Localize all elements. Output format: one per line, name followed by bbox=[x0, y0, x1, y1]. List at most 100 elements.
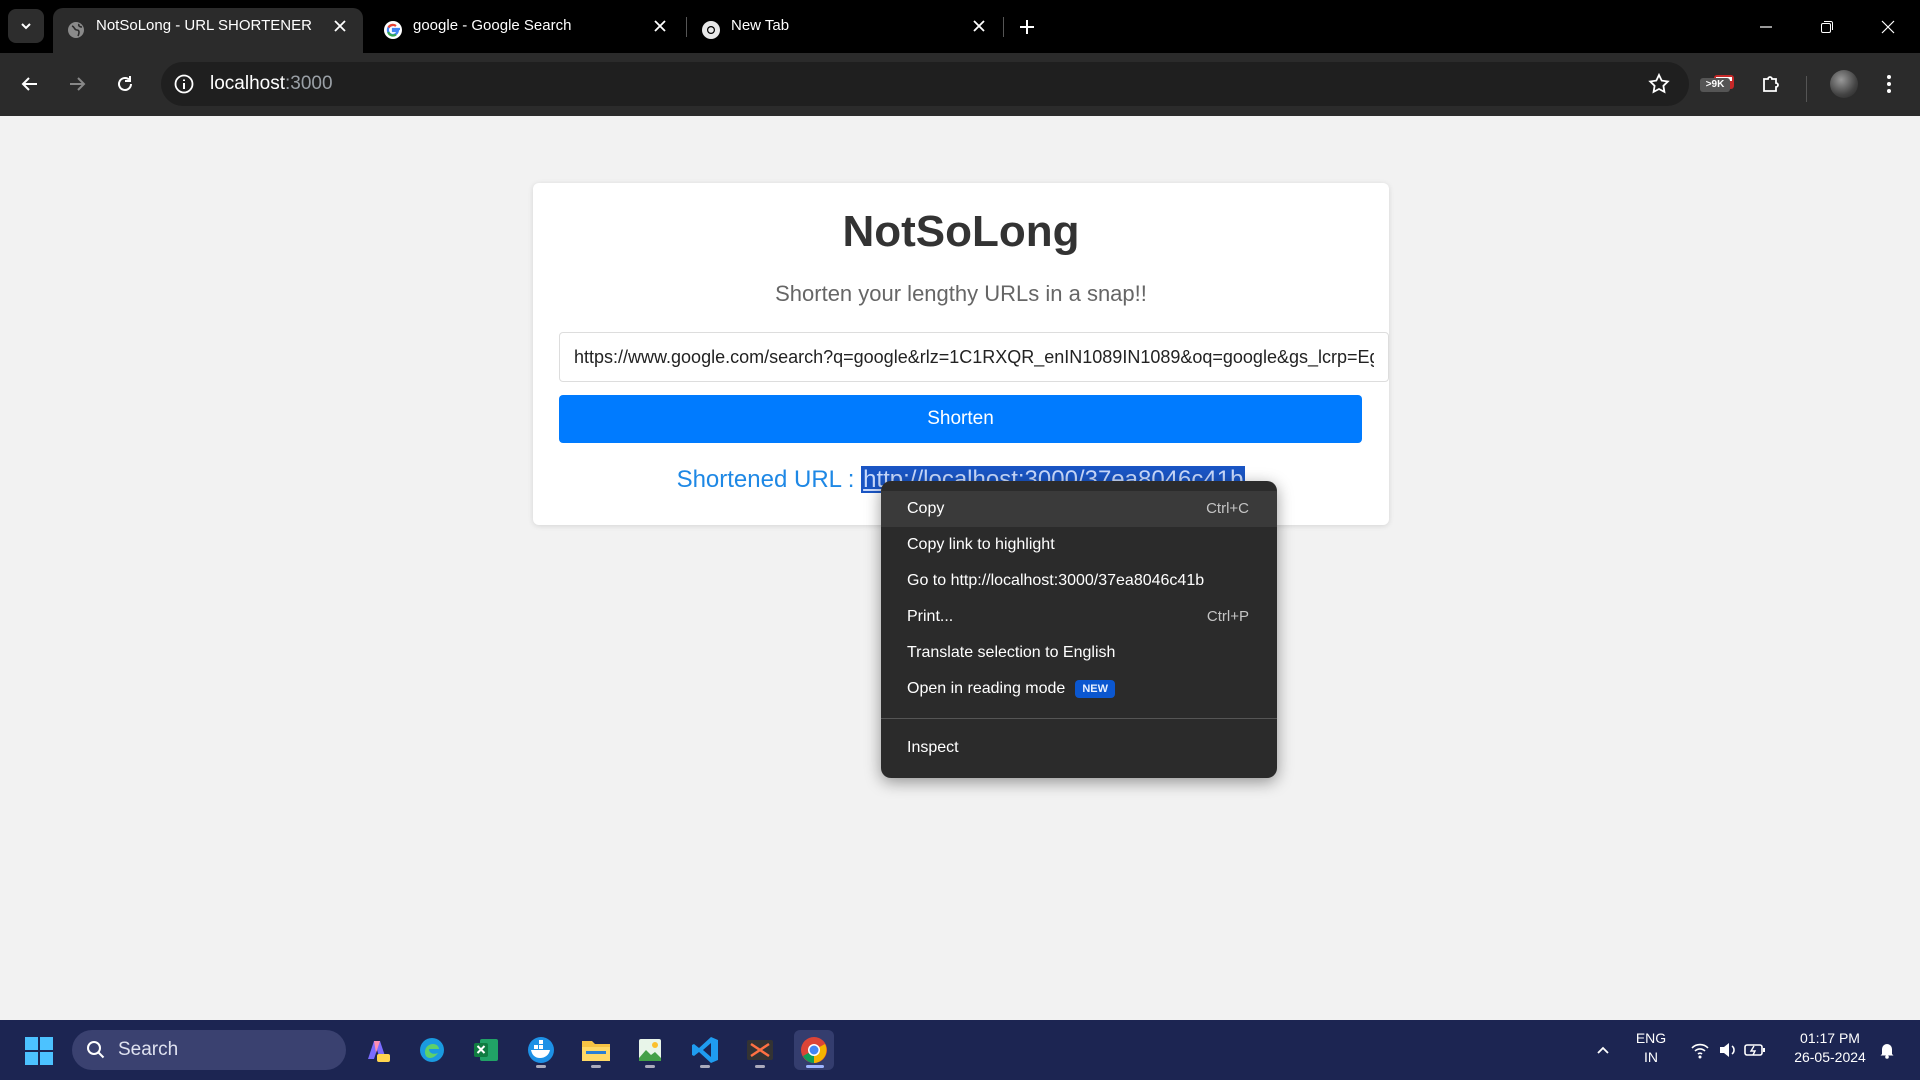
url-input[interactable] bbox=[559, 332, 1389, 382]
tab-new-tab[interactable]: New Tab bbox=[688, 8, 996, 53]
menu-item-print[interactable]: Print... Ctrl+P bbox=[881, 599, 1277, 635]
bell-icon bbox=[1880, 1044, 1894, 1059]
menu-item-copy[interactable]: Copy Ctrl+C bbox=[881, 491, 1277, 527]
clock-date: 26-05-2024 bbox=[1794, 1049, 1866, 1065]
tab-search-button[interactable] bbox=[8, 9, 44, 43]
taskbar-file-explorer[interactable] bbox=[576, 1030, 616, 1070]
profile-avatar[interactable] bbox=[1830, 70, 1858, 98]
tab-separator bbox=[1003, 17, 1004, 37]
copilot-icon bbox=[368, 1041, 390, 1062]
menu-item-shortcut: Ctrl+P bbox=[1206, 608, 1249, 625]
star-icon[interactable] bbox=[1647, 72, 1671, 96]
language-code: ENG bbox=[1635, 1030, 1667, 1046]
close-icon bbox=[1881, 20, 1895, 34]
folder-icon bbox=[582, 1041, 610, 1061]
taskbar-edge[interactable] bbox=[412, 1030, 452, 1070]
more-vert-icon bbox=[1887, 75, 1891, 93]
menu-item-go-to-link[interactable]: Go to http://localhost:3000/37ea8046c41b bbox=[881, 563, 1277, 599]
menu-item-reading-mode[interactable]: Open in reading mode NEW bbox=[881, 671, 1277, 707]
app-title: NotSoLong bbox=[842, 207, 1080, 256]
minimize-icon bbox=[1760, 26, 1772, 28]
context-menu: Copy Ctrl+C Copy link to highlight Go to… bbox=[881, 481, 1277, 778]
taskbar-search[interactable]: Search bbox=[72, 1030, 346, 1070]
chrome-icon bbox=[801, 1037, 827, 1063]
arrow-right-icon bbox=[70, 77, 86, 91]
google-icon bbox=[384, 21, 402, 39]
system-tray-icons[interactable] bbox=[1686, 1020, 1770, 1080]
tab-separator bbox=[686, 17, 687, 37]
close-tab-icon[interactable] bbox=[967, 14, 991, 38]
region-code: IN bbox=[1644, 1049, 1658, 1065]
plus-icon bbox=[1020, 20, 1034, 34]
address-text: localhost:3000 bbox=[210, 62, 333, 106]
toolbar-separator bbox=[1806, 76, 1807, 102]
back-button[interactable] bbox=[13, 67, 47, 101]
notifications-button[interactable] bbox=[1874, 1020, 1900, 1080]
tab-title: NotSoLong - URL SHORTENER bbox=[96, 17, 312, 34]
extension-badge: >9K bbox=[1700, 78, 1730, 92]
clock[interactable]: 01:17 PM 26-05-2024 bbox=[1780, 1029, 1880, 1073]
image-editor-icon bbox=[639, 1039, 661, 1061]
close-tab-icon[interactable] bbox=[328, 14, 352, 38]
arrow-left-icon bbox=[21, 77, 37, 91]
shorten-button[interactable]: Shorten bbox=[559, 395, 1362, 443]
puzzle-icon bbox=[1763, 76, 1779, 92]
snipping-tool-icon bbox=[747, 1040, 773, 1060]
reload-button[interactable] bbox=[108, 67, 142, 101]
menu-item-inspect[interactable]: Inspect bbox=[881, 730, 1277, 766]
tray-overflow[interactable] bbox=[1588, 1020, 1618, 1080]
docker-icon bbox=[528, 1037, 554, 1063]
close-window-button[interactable] bbox=[1868, 10, 1908, 44]
close-tab-icon[interactable] bbox=[648, 14, 672, 38]
taskbar-copilot[interactable] bbox=[357, 1030, 397, 1070]
tab-google-search[interactable]: google - Google Search bbox=[370, 8, 678, 53]
browser-toolbar: localhost:3000 bbox=[0, 53, 1920, 116]
tab-notsolong[interactable]: NotSoLong - URL SHORTENER bbox=[53, 8, 363, 53]
wifi-icon bbox=[1691, 1043, 1709, 1059]
menu-item-label: Copy link to highlight bbox=[907, 536, 1055, 553]
language-indicator[interactable]: ENG IN bbox=[1628, 1029, 1674, 1073]
address-host: localhost bbox=[210, 73, 285, 94]
app-subtitle: Shorten your lengthy URLs in a snap!! bbox=[775, 281, 1147, 306]
running-indicator bbox=[700, 1065, 710, 1068]
tab-bar: NotSoLong - URL SHORTENER google - Googl… bbox=[0, 0, 1920, 53]
chevron-down-icon bbox=[21, 23, 31, 30]
menu-item-label: Print... bbox=[907, 608, 954, 625]
forward-button[interactable] bbox=[60, 67, 94, 101]
vscode-icon bbox=[692, 1037, 718, 1063]
running-indicator bbox=[591, 1065, 601, 1068]
globe-icon bbox=[68, 22, 84, 38]
menu-item-label: Go to http://localhost:3000/37ea8046c41b bbox=[907, 572, 1205, 589]
new-badge: NEW bbox=[1075, 679, 1115, 698]
active-indicator bbox=[806, 1065, 824, 1068]
address-port: :3000 bbox=[285, 73, 333, 94]
new-tab-button[interactable] bbox=[1012, 12, 1042, 42]
shortener-card: NotSoLong Shorten your lengthy URLs in a… bbox=[533, 183, 1389, 525]
reload-icon bbox=[118, 76, 132, 91]
taskbar-docker[interactable] bbox=[521, 1030, 561, 1070]
running-indicator bbox=[645, 1065, 655, 1068]
browser-menu-button[interactable] bbox=[1872, 67, 1906, 101]
info-icon[interactable] bbox=[173, 73, 195, 95]
search-icon bbox=[87, 1041, 105, 1059]
menu-item-label: Translate selection to English bbox=[907, 644, 1116, 661]
edge-icon bbox=[420, 1038, 444, 1062]
extensions-menu-button[interactable] bbox=[1754, 67, 1788, 101]
chrome-icon bbox=[702, 21, 720, 39]
menu-item-translate[interactable]: Translate selection to English bbox=[881, 635, 1277, 671]
menu-item-copy-link-to-highlight[interactable]: Copy link to highlight bbox=[881, 527, 1277, 563]
minimize-button[interactable] bbox=[1746, 10, 1786, 44]
taskbar-vscode[interactable] bbox=[685, 1030, 725, 1070]
menu-item-shortcut: Ctrl+C bbox=[1206, 500, 1249, 517]
menu-item-label: Inspect bbox=[907, 739, 959, 756]
shortened-url-label: Shortened URL : bbox=[676, 466, 862, 493]
taskbar-chrome[interactable] bbox=[794, 1030, 834, 1070]
taskbar-image-app[interactable] bbox=[630, 1030, 670, 1070]
taskbar: Search ENG IN 01:17 PM 26-05-2024 bbox=[0, 1020, 1920, 1080]
restore-button[interactable] bbox=[1807, 10, 1847, 44]
taskbar-excel[interactable] bbox=[466, 1030, 506, 1070]
windows-start-icon[interactable] bbox=[24, 1036, 54, 1066]
address-bar[interactable]: localhost:3000 bbox=[161, 62, 1689, 106]
taskbar-snipping-tool[interactable] bbox=[740, 1030, 780, 1070]
excel-icon bbox=[474, 1039, 498, 1061]
